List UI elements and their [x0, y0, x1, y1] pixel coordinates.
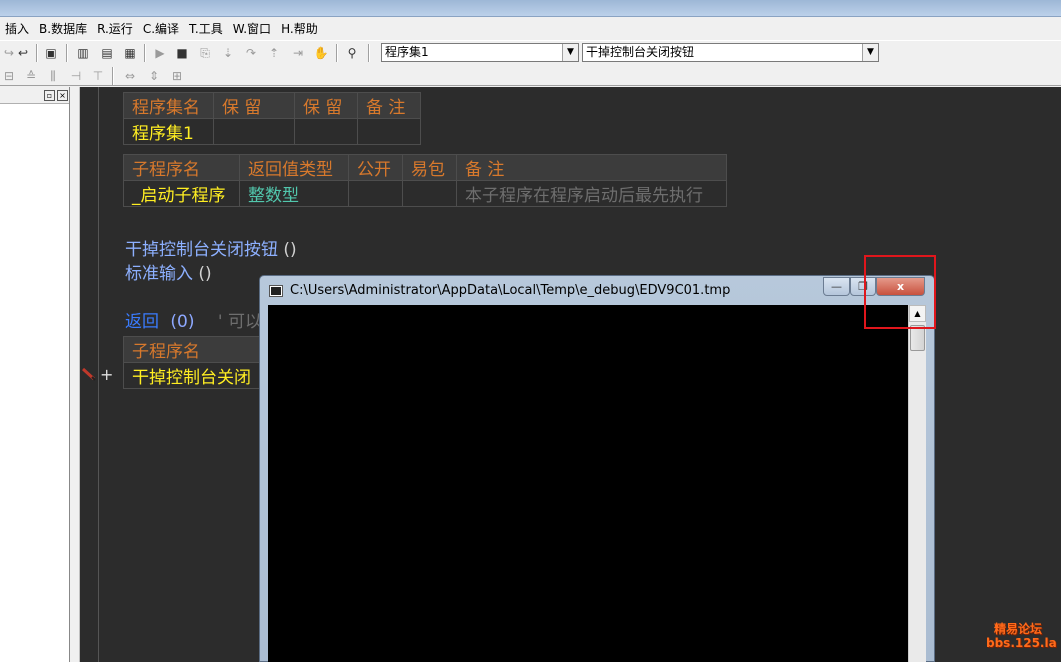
toolbar-separator	[36, 44, 38, 62]
table-cell[interactable]	[357, 118, 421, 145]
table-cell[interactable]	[348, 180, 403, 207]
binoculars-icon[interactable]: ⚲	[343, 44, 361, 62]
same-height-icon[interactable]: ⇕	[145, 67, 163, 85]
run-to-cursor-icon[interactable]: ⇥	[289, 44, 307, 62]
menu-tools[interactable]: T.工具	[184, 18, 228, 40]
project-panel: ▫ ×	[0, 87, 70, 662]
table-header: 子程序名	[123, 154, 240, 181]
toolbar-separator	[66, 44, 68, 62]
table-header: 返回值类型	[239, 154, 349, 181]
same-size-icon[interactable]: ⊞	[168, 67, 186, 85]
step-out-icon[interactable]: ⇡	[265, 44, 283, 62]
console-scrollbar[interactable]: ▲	[908, 305, 926, 662]
table-header: 保 留	[213, 92, 295, 119]
project-panel-header: ▫ ×	[0, 87, 69, 104]
expand-plus[interactable]: +	[100, 365, 113, 384]
step-over-icon[interactable]: ↷	[242, 44, 260, 62]
highlight-box	[864, 255, 936, 329]
table-header: 易包	[402, 154, 457, 181]
program-set-combo[interactable]: 程序集1 ▼	[381, 43, 579, 62]
chevron-down-icon[interactable]: ▼	[562, 44, 578, 61]
same-width-icon[interactable]: ⇔	[121, 67, 139, 85]
table-header: 备 注	[357, 92, 421, 119]
layout-left-icon[interactable]: ▥	[74, 44, 92, 62]
return-keyword: 返回	[125, 312, 159, 332]
table-cell[interactable]	[213, 118, 295, 145]
minimize-button[interactable]: —	[823, 277, 850, 296]
call-args: (0)	[170, 312, 195, 332]
console-app-icon	[269, 285, 283, 297]
menu-insert[interactable]: 插入	[0, 18, 34, 40]
step-icon[interactable]: ⎘	[196, 44, 214, 62]
table-cell[interactable]	[402, 180, 457, 207]
align-center-icon[interactable]: ⊟	[0, 67, 18, 85]
menu-run[interactable]: R.运行	[92, 18, 138, 40]
space-horizontal-icon[interactable]: ⊣	[67, 67, 85, 85]
program-set-table: 程序集名 保 留 保 留 备 注 程序集1	[123, 92, 421, 145]
run-icon[interactable]: ▶	[151, 44, 169, 62]
subprogram-table: 子程序名 返回值类型 公开 易包 备 注 _启动子程序 整数型 本子程序在程序启…	[123, 154, 727, 207]
function-call: 干掉控制台关闭按钮	[125, 240, 278, 260]
table-cell[interactable]: 整数型	[239, 180, 349, 207]
table-cell[interactable]: 程序集1	[123, 118, 214, 145]
watermark-line1: 精易论坛	[993, 622, 1042, 636]
function-call: 标准输入	[125, 264, 193, 284]
watermark-line2: bbs.125.la	[986, 636, 1057, 650]
table-cell[interactable]: _启动子程序	[123, 180, 240, 207]
align-toolbar: ⊟ ≙ ⫼ ⊣ ⊤ ⇔ ⇕ ⊞	[0, 64, 1061, 86]
call-args: ()	[283, 240, 297, 260]
console-title-bar[interactable]: C:\Users\Administrator\AppData\Local\Tem…	[260, 276, 934, 304]
subprogram-combo[interactable]: 干掉控制台关闭按钮 ▼	[582, 43, 879, 62]
console-output[interactable]	[268, 305, 908, 662]
breakpoint-pencil-icon	[82, 367, 96, 381]
table-cell[interactable]	[294, 118, 358, 145]
space-vertical-icon[interactable]: ⊤	[89, 67, 107, 85]
toolbar-separator	[368, 44, 370, 62]
panel-splitter[interactable]	[70, 87, 80, 662]
table-header: 公开	[348, 154, 403, 181]
watermark: 精易论坛 bbs.125.la	[986, 622, 1057, 650]
editor-gutter	[80, 87, 99, 662]
menu-window[interactable]: W.窗口	[228, 18, 276, 40]
toolbar-separator	[336, 44, 338, 62]
main-toolbar: ↪ ↩ ▣ ▥ ▤ ▦ ▶ ■ ⎘ ⇣ ↷ ⇡ ⇥ ✋ ⚲ 程序集1 ▼ 干掉控…	[0, 40, 1061, 64]
hand-icon[interactable]: ✋	[312, 44, 330, 62]
chevron-down-icon[interactable]: ▼	[862, 44, 878, 61]
code-line[interactable]: 标准输入 ()	[125, 259, 212, 284]
call-args: ()	[198, 264, 212, 284]
code-comment: ' 可以	[217, 312, 262, 332]
undo-icon[interactable]: ↩	[14, 44, 32, 62]
code-line[interactable]: 干掉控制台关闭按钮 ()	[125, 235, 297, 260]
close-icon[interactable]: ×	[57, 90, 68, 101]
find-icon[interactable]: ▣	[42, 44, 60, 62]
subprogram-combo-value: 干掉控制台关闭按钮	[586, 45, 695, 59]
step-into-icon[interactable]: ⇣	[219, 44, 237, 62]
toolbar-separator	[144, 44, 146, 62]
menu-help[interactable]: H.帮助	[276, 18, 323, 40]
menubar: 插入 B.数据库 R.运行 C.编译 T.工具 W.窗口 H.帮助	[0, 18, 1061, 40]
table-header: 保 留	[294, 92, 358, 119]
menu-compile[interactable]: C.编译	[138, 18, 184, 40]
menu-database[interactable]: B.数据库	[34, 18, 92, 40]
console-window[interactable]: C:\Users\Administrator\AppData\Local\Tem…	[259, 275, 935, 662]
layout-panels-icon[interactable]: ▦	[121, 44, 139, 62]
toolbar-separator	[112, 67, 114, 85]
layout-bottom-icon[interactable]: ▤	[98, 44, 116, 62]
table-header: 程序集名	[123, 92, 214, 119]
code-line[interactable]: 返回 (0) ' 可以	[125, 307, 262, 332]
program-set-combo-value: 程序集1	[385, 45, 429, 59]
console-title: C:\Users\Administrator\AppData\Local\Tem…	[290, 283, 731, 298]
align-top-icon[interactable]: ≙	[22, 67, 40, 85]
stop-icon[interactable]: ■	[173, 44, 191, 62]
table-header: 备 注	[456, 154, 727, 181]
restore-icon[interactable]: ▫	[44, 90, 55, 101]
table-cell[interactable]: 本子程序在程序启动后最先执行	[456, 180, 727, 207]
window-title-bar	[0, 0, 1061, 17]
align-vertical-icon[interactable]: ⫼	[44, 67, 62, 85]
